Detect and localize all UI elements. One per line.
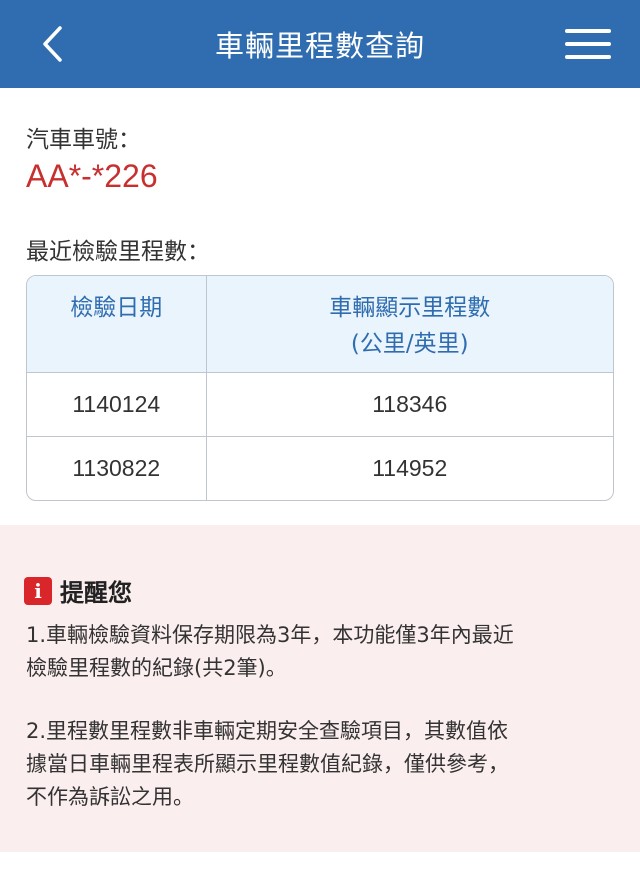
- notice-item-2-line-1: 2.里程數里程數非車輛定期安全查驗項目，其數值依: [26, 719, 509, 743]
- notice-header: i 提醒您: [24, 573, 132, 608]
- hamburger-menu-icon: [565, 29, 611, 59]
- app-header: 車輛里程數查詢: [0, 0, 640, 88]
- notice-item-2: 2.里程數里程數非車輛定期安全查驗項目，其數值依 據當日車輛里程表所顯示里程數值…: [26, 715, 616, 814]
- mileage-table: 檢驗日期 車輛顯示里程數 (公里/英里) 1140124 118346 1130…: [26, 275, 614, 501]
- notice-item-1-line-2: 檢驗里程數的紀錄(共2筆)。: [26, 656, 287, 680]
- notice-item-1-line-1: 1.車輛檢驗資料保存期限為3年，本功能僅3年內最近: [26, 623, 514, 647]
- notice-title: 提醒您: [60, 579, 132, 607]
- mileage-cell: 114952: [372, 454, 448, 481]
- info-alert-icon: i: [24, 576, 52, 605]
- inspection-date-cell: 1130822: [27, 436, 207, 500]
- vehicle-info-section: 汽車車號： AA*-*226 最近檢驗里程數： 檢驗日期 車輛顯示里程數 (公里…: [0, 88, 640, 525]
- plate-label: 汽車車號：: [26, 127, 141, 153]
- mileage-cell: 118346: [206, 372, 613, 437]
- notice-item-2-line-3: 不作為訴訟之用。: [26, 785, 194, 809]
- menu-button[interactable]: [562, 22, 614, 66]
- table-header-row: 檢驗日期 車輛顯示里程數 (公里/英里): [27, 276, 613, 373]
- chevron-left-icon: [43, 26, 62, 62]
- column-header-unit-text: (公里/英里): [350, 331, 469, 357]
- plate-number: AA*-*226: [26, 158, 158, 194]
- bottom-spacer: [0, 852, 640, 877]
- column-header-mileage-text: 車輛顯示里程數: [329, 295, 491, 321]
- column-header-date-text: 檢驗日期: [70, 295, 163, 321]
- mileage-section-label: 最近檢驗里程數：: [26, 239, 210, 265]
- notice-panel: i 提醒您 1.車輛檢驗資料保存期限為3年，本功能僅3年內最近 檢驗里程數的紀錄…: [0, 525, 640, 852]
- column-header-mileage: 車輛顯示里程數 (公里/英里): [206, 276, 613, 373]
- column-header-date: 檢驗日期: [27, 276, 207, 373]
- table-row: 1140124 118346: [27, 372, 613, 437]
- notice-item-1: 1.車輛檢驗資料保存期限為3年，本功能僅3年內最近 檢驗里程數的紀錄(共2筆)。: [26, 619, 616, 685]
- table-row: 1130822 114952: [27, 436, 613, 500]
- info-alert-icon-letter: i: [34, 578, 42, 603]
- inspection-date-cell: 1140124: [27, 372, 207, 437]
- notice-item-2-line-2: 據當日車輛里程表所顯示里程數值紀錄，僅供參考，: [26, 752, 509, 776]
- page-title: 車輛里程數查詢: [214, 29, 425, 63]
- back-button[interactable]: [30, 22, 74, 66]
